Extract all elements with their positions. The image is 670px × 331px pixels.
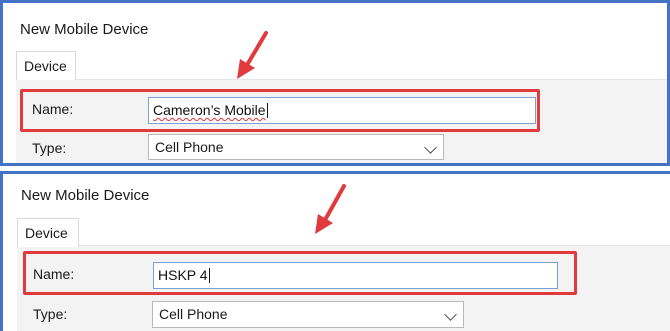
type-select-value: Cell Phone [155, 139, 224, 155]
tab-device[interactable]: Device [16, 51, 76, 80]
type-select-value: Cell Phone [159, 306, 228, 322]
type-label: Type: [32, 140, 67, 156]
chevron-down-icon [424, 141, 437, 154]
dialog-title: New Mobile Device [21, 187, 150, 204]
type-select[interactable]: Cell Phone [152, 301, 464, 328]
type-label: Type: [33, 306, 68, 322]
new-mobile-device-dialog-1: New Mobile Device Device Name: Cameron’s… [0, 0, 670, 166]
new-mobile-device-dialog-2: New Mobile Device Device Name: HSKP 4 Ty… [0, 171, 670, 331]
arrow-annotation-icon [315, 184, 346, 234]
dialog-title: New Mobile Device [20, 21, 149, 38]
tabstrip-divider [76, 79, 667, 80]
tabstrip-divider [79, 245, 670, 246]
chevron-down-icon [444, 308, 457, 321]
type-select[interactable]: Cell Phone [148, 134, 444, 160]
tab-device[interactable]: Device [17, 218, 79, 247]
name-highlight-box [23, 251, 577, 295]
name-highlight-box [20, 89, 540, 132]
arrow-annotation-icon [237, 31, 268, 79]
